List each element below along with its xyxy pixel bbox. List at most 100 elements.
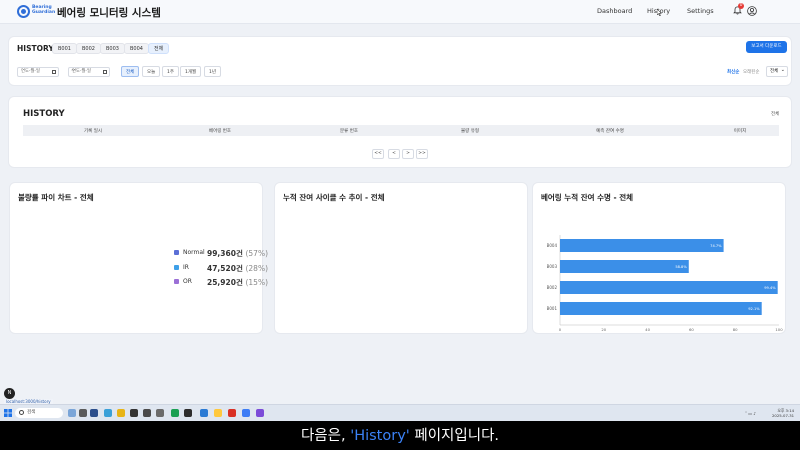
x-tick-label: 60 — [689, 327, 694, 332]
subtitle-highlight: 'History' — [350, 428, 410, 444]
calendar-icon[interactable] — [52, 70, 56, 74]
legend-count: 25,920건 — [207, 278, 243, 287]
trend-card-title: 누적 잔여 사이클 수 추이 - 전체 — [283, 193, 385, 202]
x-tick-label: 100 — [775, 327, 783, 332]
calendar-icon[interactable] — [103, 70, 107, 74]
table-header: 기록 일시 베어링 번호 분류 번호 불량 유형 예측 잔여 수명 이미지 — [23, 125, 779, 136]
column-header[interactable]: 분류 번호 — [340, 128, 358, 134]
bearing-chip-b003[interactable]: B003 — [100, 43, 125, 54]
x-tick-label: 20 — [601, 327, 606, 332]
legend-name: IR — [183, 264, 189, 271]
taskbar-app-icon[interactable] — [143, 409, 151, 417]
cycle-trend-card: 누적 잔여 사이클 수 추이 - 전체 — [274, 182, 528, 334]
search-icon — [19, 410, 24, 415]
data-label: 92.1% — [748, 307, 760, 311]
history-section-title: HISTORY — [17, 44, 54, 53]
filter-select[interactable]: 전체 — [766, 66, 788, 77]
range-week-button[interactable]: 1주 — [162, 66, 180, 77]
data-label: 58.8% — [675, 265, 687, 269]
nav-settings[interactable]: Settings — [687, 7, 714, 15]
date-from-placeholder: 연도-월-일 — [21, 69, 40, 74]
date-from-input[interactable]: 연도-월-일 — [17, 67, 59, 77]
taskbar-clock[interactable]: 오후 3:14 2025-07-31 — [772, 408, 794, 418]
x-tick-label: 40 — [645, 327, 650, 332]
data-label: 74.7% — [710, 244, 722, 248]
column-header[interactable]: 예측 잔여 수명 — [596, 128, 624, 134]
range-today-button[interactable]: 오늘 — [142, 66, 161, 77]
y-tick-label: B002 — [547, 285, 558, 290]
subtitle-text: 페이지입니다. — [409, 428, 500, 444]
legend-name: OR — [183, 278, 192, 285]
column-header[interactable]: 이미지 — [734, 128, 746, 134]
report-download-button[interactable]: 보고서 다운로드 — [746, 41, 787, 53]
range-year-button[interactable]: 1년 — [204, 66, 222, 77]
date-to-input[interactable]: 연도-월-일 — [68, 67, 110, 77]
taskbar-app-icon[interactable] — [214, 409, 222, 417]
bearing-chip-b004[interactable]: B004 — [124, 43, 149, 54]
taskbar-app-icon[interactable] — [242, 409, 250, 417]
notification-badge: 0 — [738, 3, 744, 9]
brand-name[interactable]: Bearing Guardian — [32, 5, 55, 15]
taskbar-app-icon[interactable] — [184, 409, 192, 417]
legend-swatch — [174, 250, 179, 255]
clock-date: 2025-07-31 — [772, 413, 795, 418]
sort-oldest[interactable]: 오래된순 — [743, 69, 760, 75]
history-filter-card: HISTORY B001 B002 B003 B004 전체 보고서 다운로드 … — [8, 36, 792, 86]
legend-swatch — [174, 279, 179, 284]
taskbar-app-icon[interactable] — [256, 409, 264, 417]
legend-percent: (28%) — [245, 264, 268, 273]
taskbar-search-input[interactable]: 검색 — [15, 408, 63, 418]
taskbar-app-icon[interactable] — [156, 409, 164, 417]
pager-prev-button[interactable]: < — [388, 149, 400, 159]
range-all-button[interactable]: 전체 — [121, 66, 140, 77]
tray-icons[interactable]: ˄ ▭ ♪ — [745, 411, 756, 416]
column-header[interactable]: 베어링 번호 — [209, 128, 231, 134]
taskbar-app-icon[interactable] — [130, 409, 138, 417]
taskbar-app-icon[interactable] — [117, 409, 125, 417]
sort-newest[interactable]: 최신순 — [727, 69, 739, 75]
table-title: HISTORY — [23, 109, 65, 119]
windows-start-icon[interactable] — [4, 409, 12, 417]
bearing-logo-icon[interactable] — [17, 5, 30, 18]
pager-first-button[interactable]: << — [372, 149, 384, 159]
taskbar-app-icon[interactable] — [90, 409, 98, 417]
pager-last-button[interactable]: >> — [416, 149, 428, 159]
x-tick-label: 0 — [559, 327, 562, 332]
windows-taskbar: 검색 ˄ ▭ ♪ 오후 3:14 2025-07-31 — [0, 404, 800, 421]
taskbar-app-icon[interactable] — [200, 409, 208, 417]
taskbar-app-icon[interactable] — [68, 409, 76, 417]
y-tick-label: B001 — [547, 306, 558, 311]
mouse-cursor-icon — [657, 9, 662, 16]
bearing-chip-b002[interactable]: B002 — [76, 43, 101, 54]
bearing-chip-b001[interactable]: B001 — [52, 43, 77, 54]
avatar[interactable]: N — [4, 388, 15, 399]
bearing-chip-all[interactable]: 전체 — [148, 43, 170, 54]
table-filter-label[interactable]: 전체 — [771, 111, 779, 117]
data-label: 99.4% — [764, 286, 776, 290]
remaining-life-card: 베어링 누적 잔여 수명 - 전체 B004 74.7% B003 58.8% B002… — [532, 182, 786, 334]
legend-swatch — [174, 265, 179, 270]
legend-percent: (57%) — [245, 249, 268, 258]
taskbar-app-icon[interactable] — [171, 409, 179, 417]
bar — [560, 260, 689, 273]
legend-percent: (15%) — [245, 278, 268, 287]
legend-count: 99,360건 — [207, 249, 243, 258]
date-to-placeholder: 연도-월-일 — [72, 69, 91, 74]
taskbar-app-icon[interactable] — [104, 409, 112, 417]
pager-next-button[interactable]: > — [402, 149, 414, 159]
nav-dashboard[interactable]: Dashboard — [597, 7, 632, 15]
taskbar-app-icon[interactable] — [228, 409, 236, 417]
taskbar-app-icon[interactable] — [79, 409, 87, 417]
user-icon[interactable] — [747, 6, 757, 16]
history-table-card: HISTORY 전체 기록 일시 베어링 번호 분류 번호 불량 유형 예측 잔… — [8, 96, 792, 168]
app-title: 베어링 모니터링 시스템 — [57, 7, 161, 19]
top-navigation-bar: Bearing Guardian 베어링 모니터링 시스템 Dashboard … — [0, 0, 800, 24]
column-header[interactable]: 기록 일시 — [84, 128, 102, 134]
bar — [560, 239, 724, 252]
range-month-button[interactable]: 1개월 — [180, 66, 202, 77]
y-tick-label: B004 — [547, 243, 558, 248]
bar — [560, 281, 778, 294]
x-tick-label: 80 — [733, 327, 738, 332]
video-subtitle: 다음은, 'History' 페이지입니다. — [0, 424, 800, 445]
column-header[interactable]: 불량 유형 — [461, 128, 479, 134]
